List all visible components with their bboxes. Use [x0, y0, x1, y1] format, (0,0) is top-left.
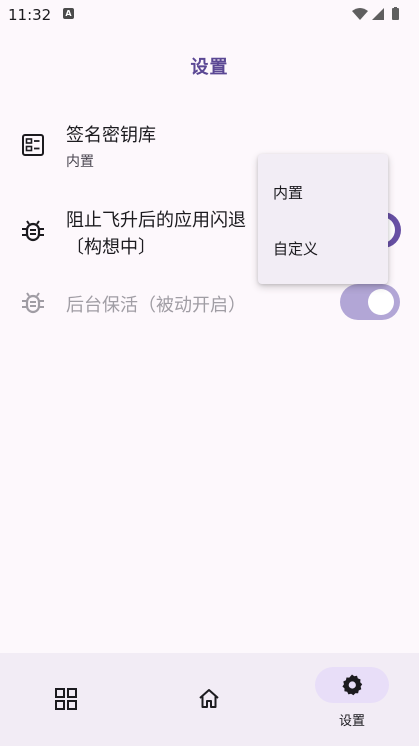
wifi-icon: [352, 8, 368, 20]
nav-item-home[interactable]: [140, 653, 280, 746]
menu-item-custom[interactable]: 自定义: [258, 228, 388, 268]
dashboard-icon: [54, 687, 78, 711]
keep-alive-toggle[interactable]: [340, 284, 400, 320]
keep-alive-title: 后台保活（被动开启）: [66, 295, 246, 316]
key-store-dropdown-menu: 内置 自定义: [258, 154, 388, 284]
status-time: 11:32: [8, 6, 52, 24]
status-bar: 11:32 A: [0, 0, 419, 28]
bug-icon: [20, 218, 46, 244]
nav-item-settings[interactable]: 设置: [279, 653, 419, 746]
crash-prevent-title: 阻止飞升后的应用闪退: [66, 210, 246, 231]
menu-item-label: 自定义: [273, 240, 319, 258]
setting-keep-alive[interactable]: 后台保活（被动开启）: [0, 282, 419, 324]
signal-icon: [372, 8, 384, 20]
crash-prevent-title-line2: 〔构想中〕: [66, 237, 156, 258]
status-icons: [351, 6, 411, 22]
page-title: 设置: [190, 57, 229, 78]
notification-icon: A: [63, 8, 74, 19]
nav-label-settings: 设置: [338, 714, 365, 729]
key-store-icon: [20, 132, 46, 158]
bug-icon: [20, 290, 46, 316]
home-icon: [197, 687, 221, 711]
key-store-title: 签名密钥库: [66, 125, 156, 146]
toggle-knob: [368, 289, 394, 315]
battery-icon: [392, 7, 399, 20]
gear-icon: [340, 673, 364, 697]
menu-item-label: 内置: [273, 184, 304, 202]
menu-item-builtin[interactable]: 内置: [258, 172, 388, 212]
key-store-value: 内置: [66, 154, 94, 170]
nav-item-dashboard[interactable]: [0, 653, 140, 746]
bottom-navigation: 设置: [0, 653, 419, 746]
